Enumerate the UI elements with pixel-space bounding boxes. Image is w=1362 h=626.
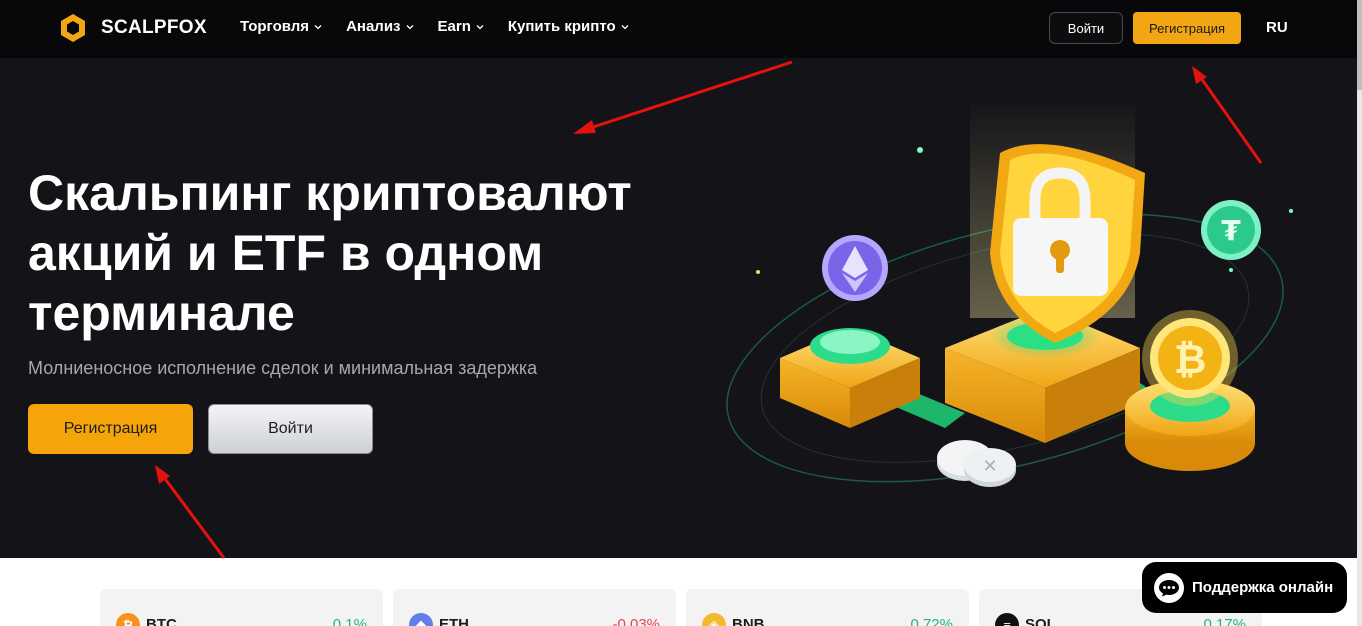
- ticker-change: 0.17%: [1203, 616, 1246, 626]
- bitcoin-icon: ₿: [116, 613, 140, 626]
- ticker-symbol: BNB: [732, 616, 765, 626]
- nav-label: Торговля: [240, 18, 310, 35]
- bnb-icon: ◈: [702, 613, 726, 626]
- support-label: Поддержка онлайн: [1192, 579, 1334, 596]
- chevron-down-icon: [476, 24, 484, 29]
- ticker-card-bnb[interactable]: ◈ BNB 0.72%: [686, 589, 969, 626]
- page-scrollbar[interactable]: [1357, 0, 1362, 626]
- ticker-card-btc[interactable]: ₿ BTC 0.1%: [100, 589, 383, 626]
- solana-icon: ≡: [995, 613, 1019, 626]
- nav-item-buy-crypto[interactable]: Купить крипто: [508, 18, 629, 35]
- ticker-symbol: ETH: [439, 616, 469, 626]
- svg-text:✕: ✕: [982, 456, 997, 477]
- svg-text:₿: ₿: [1174, 337, 1207, 383]
- ethereum-icon: ◆: [409, 613, 433, 626]
- brand-name: SCALPFOX: [101, 17, 207, 38]
- chevron-down-icon: [621, 24, 629, 29]
- hero-title: Скальпинг криптовалют акций и ETF в одно…: [28, 165, 632, 341]
- nav-label: Купить крипто: [507, 18, 616, 35]
- hero-subtitle: Молниеносное исполнение сделок и минимал…: [28, 358, 538, 378]
- brand-logo[interactable]: SCALPFOX: [59, 13, 207, 43]
- nav-label: Анализ: [346, 18, 401, 35]
- header-login-button[interactable]: Войти: [1049, 12, 1123, 44]
- ticker-card-eth[interactable]: ◆ ETH -0.03%: [393, 589, 676, 626]
- ticker-change: -0.03%: [612, 616, 660, 626]
- header-register-button[interactable]: Регистрация: [1133, 12, 1241, 44]
- language-selector[interactable]: RU: [1266, 19, 1288, 36]
- chevron-down-icon: [314, 24, 322, 29]
- nav-item-analysis[interactable]: Анализ: [346, 18, 413, 35]
- ticker-change: 0.1%: [332, 616, 367, 626]
- nav-item-earn[interactable]: Earn: [438, 18, 484, 35]
- nav-item-trading[interactable]: Торговля: [240, 18, 322, 35]
- svg-text:₮: ₮: [1221, 214, 1241, 247]
- ticker-change: 0.72%: [910, 616, 953, 626]
- nav-label: Earn: [437, 18, 471, 35]
- ticker-symbol: SOL: [1025, 616, 1056, 626]
- chat-bubble-icon: [1154, 572, 1184, 603]
- ticker-symbol: BTC: [146, 616, 177, 626]
- hero-section: Скальпинг криптовалют акций и ETF в одно…: [0, 58, 1357, 558]
- main-nav: Торговля Анализ Earn Купить крипто: [240, 18, 629, 35]
- top-header: SCALPFOX Торговля Анализ Earn Купить кри…: [0, 0, 1357, 58]
- hero-register-button[interactable]: Регистрация: [28, 404, 193, 454]
- ticker-list: ₿ BTC 0.1% ◆ ETH -0.03% ◈ BNB 0.72% ≡ SO…: [100, 589, 1262, 626]
- hero-illustration: ₮ ₿ ✕: [726, 98, 1293, 487]
- logo-icon: [61, 14, 85, 42]
- chevron-down-icon: [406, 24, 413, 29]
- scrollbar-thumb[interactable]: [1357, 0, 1362, 90]
- support-chat-button[interactable]: Поддержка онлайн: [1142, 562, 1347, 613]
- hero-login-button[interactable]: Войти: [208, 404, 373, 454]
